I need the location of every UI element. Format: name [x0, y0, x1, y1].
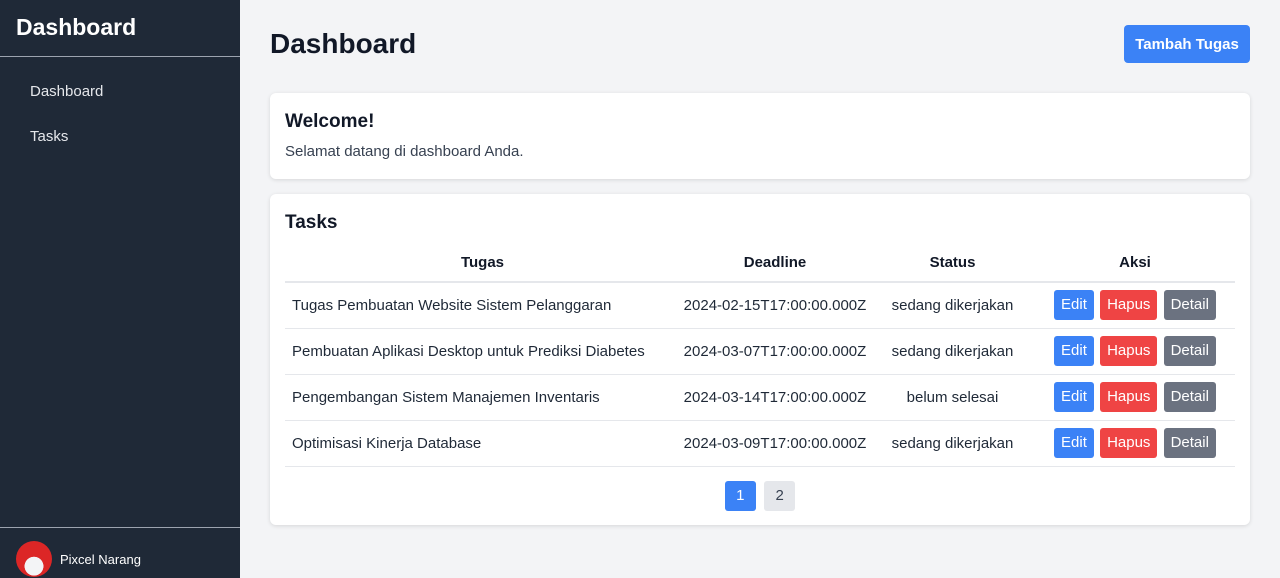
task-name: Pembuatan Aplikasi Desktop untuk Prediks…: [285, 328, 680, 375]
page-button-2[interactable]: 2: [764, 481, 796, 511]
task-status: belum selesai: [870, 374, 1035, 421]
delete-button[interactable]: Hapus: [1100, 428, 1158, 458]
pagination: 1 2: [270, 481, 1250, 511]
welcome-title: Welcome!: [285, 111, 375, 132]
sidebar-item-dashboard[interactable]: Dashboard: [0, 79, 240, 124]
avatar: [16, 541, 52, 577]
tasks-title: Tasks: [285, 212, 338, 233]
sidebar-nav: Dashboard Tasks: [0, 57, 240, 169]
edit-button[interactable]: Edit: [1054, 336, 1094, 366]
task-name: Optimisasi Kinerja Database: [285, 420, 680, 467]
table-header-row: Tugas Deadline Status Aksi: [285, 244, 1235, 283]
detail-button[interactable]: Detail: [1163, 428, 1216, 458]
user-profile[interactable]: Pixcel Narang: [0, 527, 240, 578]
task-actions: Edit Hapus Detail: [1035, 328, 1235, 375]
column-header-actions: Aksi: [1035, 244, 1235, 283]
delete-button[interactable]: Hapus: [1100, 382, 1158, 412]
task-deadline: 2024-02-15T17:00:00.000Z: [680, 282, 870, 329]
user-name: Pixcel Narang: [60, 551, 141, 567]
task-status: sedang dikerjakan: [870, 282, 1035, 329]
page-button-1[interactable]: 1: [724, 481, 756, 511]
task-status: sedang dikerjakan: [870, 328, 1035, 375]
tasks-table: Tugas Deadline Status Aksi Tugas Pembuat…: [285, 244, 1235, 467]
detail-button[interactable]: Detail: [1163, 382, 1216, 412]
task-deadline: 2024-03-07T17:00:00.000Z: [680, 328, 870, 375]
sidebar-item-tasks[interactable]: Tasks: [0, 124, 240, 169]
task-deadline: 2024-03-14T17:00:00.000Z: [680, 374, 870, 421]
column-header-status: Status: [870, 244, 1035, 283]
task-actions: Edit Hapus Detail: [1035, 420, 1235, 467]
main-content: Dashboard Tambah Tugas Welcome! Selamat …: [240, 0, 1280, 578]
delete-button[interactable]: Hapus: [1100, 290, 1158, 321]
task-name: Pengembangan Sistem Manajemen Inventaris: [285, 374, 680, 421]
table-row: Pembuatan Aplikasi Desktop untuk Prediks…: [285, 328, 1235, 375]
welcome-text: Selamat datang di dashboard Anda.: [285, 143, 524, 160]
edit-button[interactable]: Edit: [1054, 382, 1094, 412]
task-name: Tugas Pembuatan Website Sistem Pelanggar…: [285, 282, 680, 329]
table-row: Optimisasi Kinerja Database 2024-03-09T1…: [285, 420, 1235, 467]
table-row: Pengembangan Sistem Manajemen Inventaris…: [285, 374, 1235, 421]
column-header-task: Tugas: [285, 244, 680, 283]
task-deadline: 2024-03-09T17:00:00.000Z: [680, 420, 870, 467]
detail-button[interactable]: Detail: [1163, 336, 1216, 366]
sidebar-title: Dashboard: [0, 0, 240, 57]
task-status: sedang dikerjakan: [870, 420, 1035, 467]
delete-button[interactable]: Hapus: [1100, 336, 1158, 366]
edit-button[interactable]: Edit: [1054, 290, 1094, 321]
sidebar: Dashboard Dashboard Tasks Pixcel Narang: [0, 0, 240, 578]
add-task-button[interactable]: Tambah Tugas: [1124, 25, 1250, 63]
task-actions: Edit Hapus Detail: [1035, 282, 1235, 329]
task-actions: Edit Hapus Detail: [1035, 374, 1235, 421]
page-title: Dashboard: [270, 28, 417, 59]
welcome-card: Welcome! Selamat datang di dashboard And…: [270, 93, 1250, 179]
table-row: Tugas Pembuatan Website Sistem Pelanggar…: [285, 282, 1235, 329]
tasks-card: Tasks Tugas Deadline Status Aksi Tugas P…: [270, 194, 1250, 525]
edit-button[interactable]: Edit: [1054, 428, 1094, 458]
detail-button[interactable]: Detail: [1163, 290, 1216, 321]
column-header-deadline: Deadline: [680, 244, 870, 283]
